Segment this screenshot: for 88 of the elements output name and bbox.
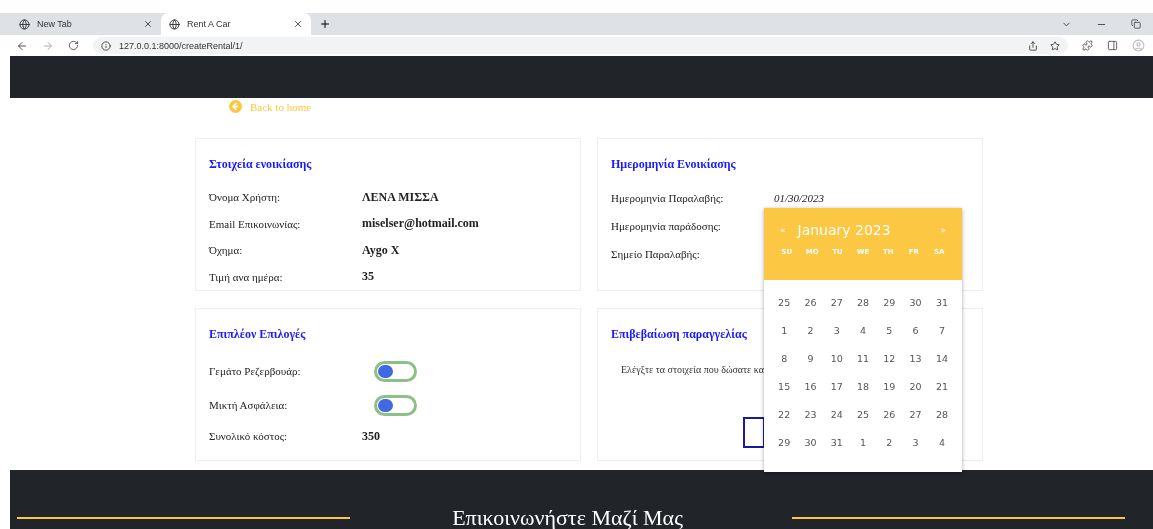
outlined-button[interactable] [743, 417, 765, 448]
calendar-day[interactable]: 10 [823, 352, 850, 364]
field-label: Ημερομηνία παράδοσης: [611, 220, 722, 232]
tab-title: New Tab [37, 19, 73, 29]
calendar-day[interactable]: 31 [928, 296, 956, 308]
side-panel-icon[interactable] [1107, 40, 1118, 51]
calendar-day[interactable]: 25 [771, 296, 798, 308]
calendar-day[interactable]: 28 [928, 408, 956, 420]
address-bar[interactable]: 127.0.0.1:8000/createRental/1/ [93, 37, 1068, 54]
calendar-day[interactable]: 23 [797, 408, 824, 420]
star-icon[interactable] [1050, 40, 1060, 51]
toggle-switch[interactable] [374, 360, 417, 382]
calendar-day[interactable]: 30 [797, 436, 824, 448]
calendar-day[interactable]: 6 [902, 324, 929, 336]
calendar-day[interactable]: 1 [849, 436, 877, 448]
field-value: miselser@hotmail.com [362, 216, 480, 232]
confirmation-text: Ελέγξτε τα στοιχεία που δώσατε κα [621, 364, 764, 375]
calendar-day[interactable]: 4 [928, 436, 956, 448]
extensions-icon[interactable] [1082, 40, 1093, 51]
reload-icon[interactable] [68, 40, 79, 51]
calendar-day[interactable]: 1 [771, 324, 798, 336]
field-label: Γεμάτο Ρεζερβουάρ: [209, 365, 302, 377]
calendar-day[interactable]: 26 [876, 408, 903, 420]
calendar-day[interactable]: 21 [928, 380, 956, 392]
new-tab-icon[interactable] [319, 18, 331, 30]
close-icon[interactable] [293, 19, 303, 29]
calendar-day[interactable]: 12 [876, 352, 903, 364]
calendar-day[interactable]: 2 [797, 324, 824, 336]
globe-icon [169, 18, 180, 30]
share-icon[interactable] [1028, 40, 1038, 51]
calendar-day[interactable]: 18 [849, 380, 877, 392]
field-value: ΛΕΝΑ ΜΙΣΣΑ [362, 189, 440, 205]
card-title: Στοιχεία ενοικίασης [209, 157, 312, 172]
calendar-day[interactable]: 16 [797, 380, 824, 392]
field-label: Μικτή Ασφάλεια: [209, 399, 289, 411]
calendar-day[interactable]: 9 [797, 352, 824, 364]
browser-tab[interactable]: Rent A Car [161, 13, 311, 35]
card-title: Ημερομηνία Ενοικίασης [611, 157, 736, 172]
card-title: Επιβεβαίωση παραγγελίας [611, 327, 747, 342]
calendar-day[interactable]: 7 [928, 324, 956, 336]
calendar-day[interactable]: 22 [771, 408, 798, 420]
field-label: Σημείο Παραλαβής: [611, 248, 701, 260]
calendar-day[interactable]: 31 [823, 436, 850, 448]
close-icon[interactable] [143, 19, 153, 29]
calendar-day[interactable]: 28 [849, 296, 877, 308]
calendar-day[interactable]: 11 [849, 352, 877, 364]
calendar-day[interactable]: 27 [823, 296, 850, 308]
field-value: 350 [362, 428, 381, 444]
month-title: January 2023 [797, 222, 891, 238]
info-icon[interactable] [101, 40, 111, 51]
calendar-day[interactable]: 5 [876, 324, 903, 336]
calendar-day[interactable]: 30 [902, 296, 929, 308]
back-arrow-icon [229, 100, 242, 113]
calendar-day[interactable]: 20 [902, 380, 929, 392]
footer-title: Επικοινωνήστε Μαζί Μας [452, 505, 683, 529]
calendar-day[interactable]: 29 [771, 436, 798, 448]
tab-title: Rent A Car [187, 19, 232, 29]
field-label: Ημερομηνία Παραλαβής: [611, 192, 725, 204]
field-label: Email Επικοινωνίας: [209, 217, 302, 230]
field-label: Τιμή ανα ημέρα: [209, 270, 284, 283]
calendar-day[interactable]: 2 [876, 436, 903, 448]
card-title: Επιπλέον Επιλογές [209, 327, 306, 342]
calendar-day[interactable]: 8 [771, 352, 798, 364]
calendar-day[interactable]: 3 [823, 324, 850, 336]
back-arrow-icon[interactable] [16, 39, 28, 52]
field-label: Συνολικό κόστος: [209, 430, 289, 442]
restore-icon[interactable] [1131, 19, 1141, 29]
calendar-day[interactable]: 15 [771, 380, 798, 392]
toggle-switch[interactable] [374, 394, 417, 416]
field-value: 35 [362, 269, 375, 285]
field-label: Όχημα: [209, 244, 244, 257]
globe-icon [19, 18, 30, 30]
calendar-day[interactable]: 17 [823, 380, 850, 392]
calendar-day[interactable]: 25 [849, 408, 877, 420]
field-value: Aygo X [362, 242, 401, 258]
calendar-day[interactable]: 19 [876, 380, 903, 392]
calendar-day[interactable]: 4 [849, 324, 877, 336]
calendar-day[interactable]: 13 [902, 352, 929, 364]
calendar-day[interactable]: 29 [876, 296, 903, 308]
calendar-day[interactable]: 27 [902, 408, 929, 420]
calendar-day[interactable]: 26 [797, 296, 824, 308]
calendar-day[interactable]: 14 [928, 352, 956, 364]
browser-tab[interactable]: New Tab [11, 13, 161, 35]
url-text: 127.0.0.1:8000/createRental/1/ [119, 40, 243, 51]
calendar-day[interactable]: 3 [902, 436, 929, 448]
date-field[interactable]: 01/30/2023 [764, 192, 864, 204]
field-label: Όνομα Χρήστη: [209, 191, 282, 204]
calendar-day[interactable]: 24 [823, 408, 850, 420]
